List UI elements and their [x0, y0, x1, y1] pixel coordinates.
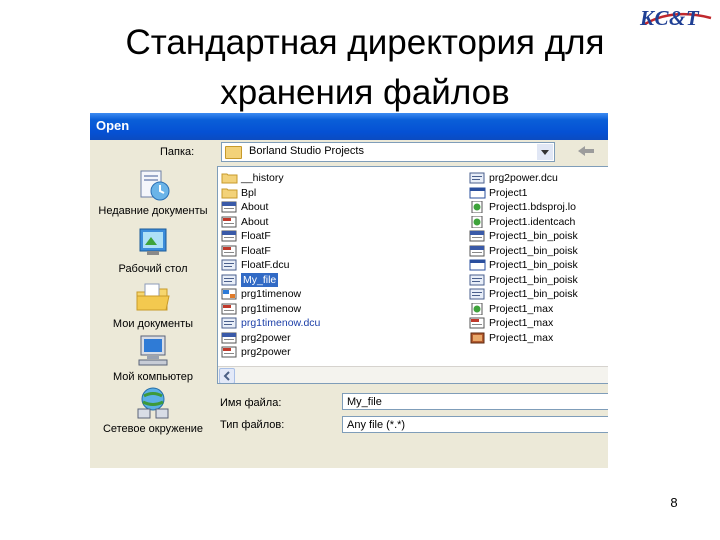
pascal-file-icon [221, 346, 238, 358]
horizontal-scrollbar[interactable] [218, 366, 608, 383]
place-desktop[interactable]: Рабочий стол [94, 225, 212, 275]
dcu-file-icon [469, 172, 486, 184]
file-name: About [241, 215, 269, 228]
folder-icon [225, 146, 242, 159]
file-name: prg1timenow [241, 288, 302, 300]
chevron-left-icon [223, 371, 230, 381]
file-name: Project1 [489, 186, 528, 199]
recent-documents-icon [133, 167, 173, 203]
scroll-left-button[interactable] [219, 368, 235, 383]
place-network[interactable]: Сетевое окружение [94, 385, 212, 435]
file-name: Project1_bin_poisk [489, 288, 578, 300]
file-name: prg2power.dcu [489, 172, 558, 184]
window-icon [469, 187, 486, 199]
look-in-value: Borland Studio Projects [249, 145, 364, 157]
dialog-titlebar[interactable]: Open [90, 113, 608, 140]
file-name: __history [241, 172, 284, 184]
my-computer-icon [133, 333, 173, 369]
open-dialog: Open Недавние документы Рабочий стол Мои… [90, 113, 608, 468]
slide-title: Стандартная директория для хранения файл… [60, 18, 670, 118]
folder-icon [221, 187, 238, 199]
green-doc-icon [469, 200, 486, 214]
file-type-select[interactable]: Any file (*.*) [342, 416, 608, 433]
file-name: FloatF.dcu [241, 259, 290, 271]
file-name: prg2power [241, 346, 291, 358]
file-name: prg2power [241, 331, 291, 344]
slide-title-line1: Стандартная директория для [125, 23, 605, 62]
file-name: Project1.bdsproj.lo [489, 201, 576, 213]
project-group-icon [221, 288, 238, 300]
file-name-label: Имя файла: [220, 397, 282, 409]
place-my-computer[interactable]: Мой компьютер [94, 333, 212, 383]
file-name: Project1_max [489, 302, 554, 315]
green-doc-icon [469, 215, 486, 228]
place-label: Рабочий стол [118, 263, 188, 275]
file-type-label: Тип файлов: [220, 419, 285, 431]
pascal-file-icon [469, 317, 486, 329]
network-places-icon [133, 385, 173, 421]
chevron-down-icon[interactable] [537, 144, 553, 160]
my-documents-icon [133, 280, 173, 316]
file-name: prg1timenow.dcu [241, 317, 321, 329]
dcu-file-icon [469, 288, 486, 300]
pascal-file-icon [221, 303, 238, 315]
back-arrow-icon[interactable] [576, 144, 596, 158]
page-number: 8 [670, 495, 678, 510]
delphi-unit-icon [469, 245, 486, 257]
dcu-file-icon [221, 274, 238, 286]
dcu-file-icon [221, 259, 238, 271]
place-recent-documents[interactable]: Недавние документы [94, 167, 212, 217]
delphi-unit-icon [221, 201, 238, 213]
place-label: Мой компьютер [112, 371, 194, 383]
file-name: Bpl [241, 186, 257, 199]
resource-icon [469, 332, 486, 344]
green-doc-icon [469, 302, 486, 315]
place-label: Сетевое окружение [102, 423, 204, 435]
file-name: Project1_bin_poisk [489, 259, 578, 271]
company-logo: KC&T [640, 6, 700, 30]
desktop-icon [133, 225, 173, 261]
file-name: FloatF [241, 230, 271, 242]
file-name: Project1_bin_poisk [489, 244, 578, 257]
file-name-input[interactable]: My_file [342, 393, 608, 410]
place-label: Мои документы [112, 318, 194, 330]
dialog-title: Open [96, 118, 130, 133]
file-list[interactable]: __history Bpl About About FloatF FloatF FloatF… [217, 166, 608, 384]
slide-title-line2: хранения файлов [220, 73, 510, 112]
place-label: Недавние документы [98, 205, 208, 217]
pascal-file-icon [221, 216, 238, 228]
window-icon [469, 259, 486, 271]
file-name: prg1timenow [241, 302, 302, 315]
file-name: Project1.identcach [489, 215, 576, 228]
file-name: My_file [241, 272, 279, 287]
file-name: Project1_bin_poisk [489, 230, 578, 242]
file-name: Project1_max [489, 317, 554, 329]
look-in-dropdown[interactable]: Borland Studio Projects [221, 142, 555, 162]
look-in-label: Папка: [160, 146, 195, 158]
file-name: FloatF [241, 244, 271, 257]
file-name: About [241, 201, 269, 213]
places-bar: Недавние документы Рабочий стол Мои доку… [94, 145, 212, 465]
file-name: Project1_bin_poisk [489, 273, 578, 286]
delphi-unit-icon [221, 332, 238, 344]
delphi-unit-icon [469, 230, 486, 242]
pascal-file-icon [221, 245, 238, 257]
dcu-file-icon [221, 317, 238, 329]
folder-icon [221, 172, 238, 184]
dcu-file-icon [469, 274, 486, 286]
delphi-unit-icon [221, 230, 238, 242]
file-name: Project1_max [489, 331, 554, 344]
place-my-documents[interactable]: Мои документы [94, 280, 212, 330]
